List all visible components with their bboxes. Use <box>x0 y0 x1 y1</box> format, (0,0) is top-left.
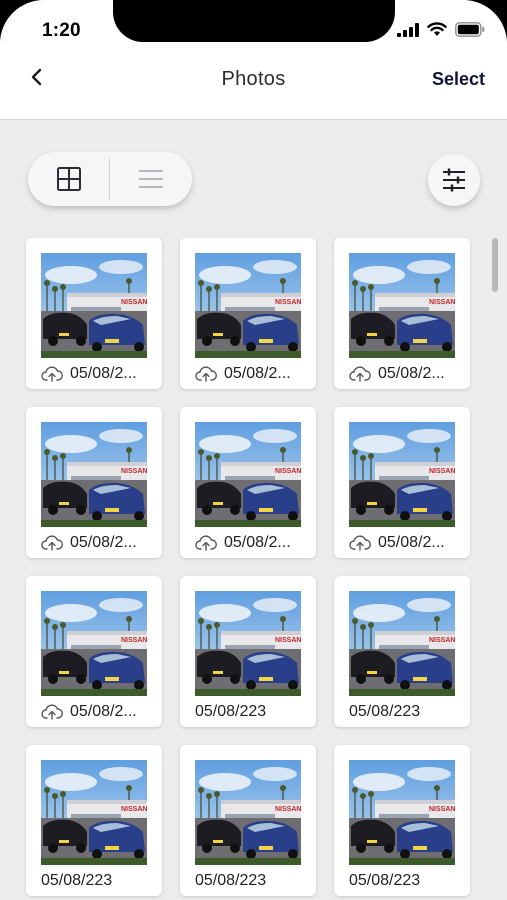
cloud-upload-icon <box>41 366 63 382</box>
photo-date: 05/08/2... <box>70 534 137 551</box>
svg-text:NISSAN: NISSAN <box>429 299 455 306</box>
photo-caption: 05/08/223 <box>41 871 157 891</box>
dealership-photo: NISSAN <box>349 253 455 358</box>
photo-card[interactable]: NISSAN 05/08/2... <box>26 576 162 727</box>
dealership-photo: NISSAN <box>41 591 147 696</box>
photo-thumbnail[interactable]: NISSAN <box>41 422 147 527</box>
photo-date: 05/08/2... <box>378 534 445 551</box>
photo-card[interactable]: NISSAN 05/08/223 <box>180 576 316 727</box>
photo-caption: 05/08/2... <box>41 364 157 384</box>
photo-card[interactable]: NISSAN 05/08/223 <box>180 745 316 896</box>
svg-text:NISSAN: NISSAN <box>275 806 301 813</box>
svg-text:NISSAN: NISSAN <box>429 806 455 813</box>
photo-card[interactable]: NISSAN 05/08/223 <box>334 576 470 727</box>
photo-thumbnail[interactable]: NISSAN <box>195 422 301 527</box>
svg-text:NISSAN: NISSAN <box>121 299 147 306</box>
cloud-upload-icon <box>41 535 63 551</box>
photo-caption: 05/08/2... <box>195 533 311 553</box>
photo-thumbnail[interactable]: NISSAN <box>195 253 301 358</box>
dealership-photo: NISSAN <box>349 760 455 865</box>
cloud-upload-icon <box>41 366 63 382</box>
photo-date: 05/08/223 <box>349 872 421 889</box>
photo-thumbnail[interactable]: NISSAN <box>195 591 301 696</box>
photo-date: 05/08/2... <box>70 703 137 720</box>
photo-thumbnail[interactable]: NISSAN <box>195 760 301 865</box>
photo-thumbnail[interactable]: NISSAN <box>41 253 147 358</box>
dealership-photo: NISSAN <box>349 422 455 527</box>
photo-date: 05/08/2... <box>224 365 291 382</box>
photo-thumbnail[interactable]: NISSAN <box>349 422 455 527</box>
photo-date: 05/08/223 <box>195 703 267 720</box>
photo-date: 05/08/2... <box>70 365 137 382</box>
cloud-upload-icon <box>41 704 63 720</box>
photo-caption: 05/08/223 <box>195 871 311 891</box>
photo-date: 05/08/223 <box>349 703 421 720</box>
dealership-photo: NISSAN <box>195 253 301 358</box>
svg-text:NISSAN: NISSAN <box>275 299 301 306</box>
photo-caption: 05/08/2... <box>195 364 311 384</box>
cloud-upload-icon <box>41 704 63 720</box>
svg-text:NISSAN: NISSAN <box>121 637 147 644</box>
phone-screen: 1:20 Photos Select NISSAN 05/08/2... NIS… <box>0 0 507 900</box>
dealership-photo: NISSAN <box>195 591 301 696</box>
photo-card[interactable]: NISSAN 05/08/223 <box>26 745 162 896</box>
svg-text:NISSAN: NISSAN <box>275 637 301 644</box>
cloud-upload-icon <box>349 366 371 382</box>
photo-date: 05/08/2... <box>224 534 291 551</box>
cloud-upload-icon <box>195 366 217 382</box>
svg-text:NISSAN: NISSAN <box>429 637 455 644</box>
dealership-photo: NISSAN <box>195 422 301 527</box>
cloud-upload-icon <box>349 366 371 382</box>
photo-caption: 05/08/223 <box>349 871 465 891</box>
photo-thumbnail[interactable]: NISSAN <box>349 591 455 696</box>
photo-caption: 05/08/223 <box>349 702 465 722</box>
photo-caption: 05/08/2... <box>349 364 465 384</box>
photo-caption: 05/08/2... <box>41 533 157 553</box>
cloud-upload-icon <box>349 535 371 551</box>
photo-card[interactable]: NISSAN 05/08/2... <box>180 238 316 389</box>
photo-card[interactable]: NISSAN 05/08/223 <box>334 745 470 896</box>
scrollbar[interactable] <box>492 238 498 292</box>
cloud-upload-icon <box>41 535 63 551</box>
photo-thumbnail[interactable]: NISSAN <box>41 591 147 696</box>
cloud-upload-icon <box>195 535 217 551</box>
dealership-photo: NISSAN <box>41 760 147 865</box>
photo-caption: 05/08/2... <box>41 702 157 722</box>
photo-grid: NISSAN 05/08/2... NISSAN 05/08/2... NISS… <box>0 0 507 900</box>
dealership-photo: NISSAN <box>41 253 147 358</box>
photo-thumbnail[interactable]: NISSAN <box>349 760 455 865</box>
svg-text:NISSAN: NISSAN <box>275 468 301 475</box>
photo-card[interactable]: NISSAN 05/08/2... <box>334 407 470 558</box>
photo-card[interactable]: NISSAN 05/08/2... <box>334 238 470 389</box>
svg-text:NISSAN: NISSAN <box>121 468 147 475</box>
svg-text:NISSAN: NISSAN <box>121 806 147 813</box>
photo-card[interactable]: NISSAN 05/08/2... <box>26 238 162 389</box>
dealership-photo: NISSAN <box>349 591 455 696</box>
photo-date: 05/08/2... <box>378 365 445 382</box>
photo-card[interactable]: NISSAN 05/08/2... <box>180 407 316 558</box>
photo-caption: 05/08/223 <box>195 702 311 722</box>
dealership-photo: NISSAN <box>41 422 147 527</box>
cloud-upload-icon <box>349 535 371 551</box>
cloud-upload-icon <box>195 366 217 382</box>
photo-caption: 05/08/2... <box>349 533 465 553</box>
photo-thumbnail[interactable]: NISSAN <box>41 760 147 865</box>
photo-card[interactable]: NISSAN 05/08/2... <box>26 407 162 558</box>
photo-date: 05/08/223 <box>195 872 267 889</box>
svg-text:NISSAN: NISSAN <box>429 468 455 475</box>
cloud-upload-icon <box>195 535 217 551</box>
dealership-photo: NISSAN <box>195 760 301 865</box>
photo-date: 05/08/223 <box>41 872 113 889</box>
photo-thumbnail[interactable]: NISSAN <box>349 253 455 358</box>
